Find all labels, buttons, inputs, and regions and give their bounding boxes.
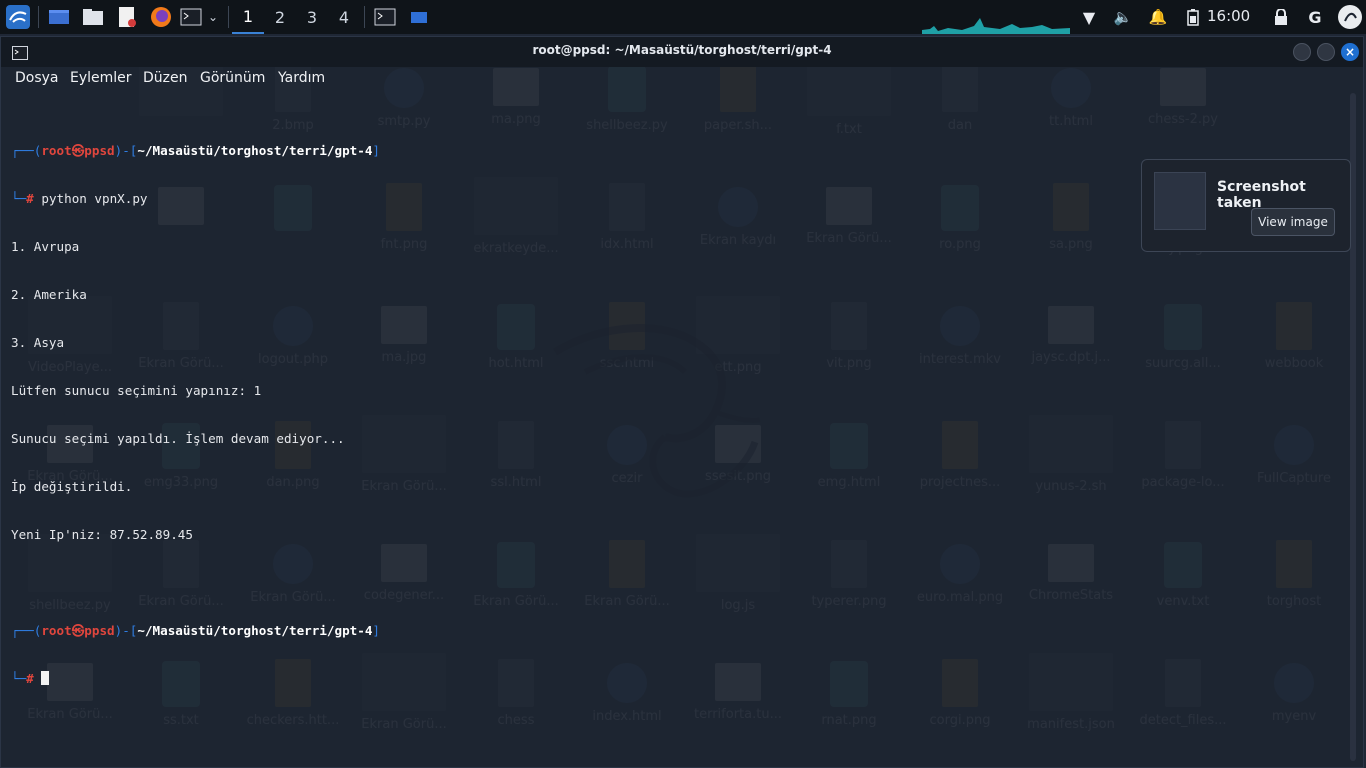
volume-icon[interactable]: 🔈: [1112, 3, 1134, 31]
wifi-icon[interactable]: ▼: [1078, 3, 1100, 31]
firefox-icon[interactable]: [148, 3, 174, 31]
top-panel: ⌄ 1234 ▼ 🔈 🔔 16:00 G: [0, 0, 1366, 34]
taskbar-terminal-icon[interactable]: [370, 3, 400, 31]
text-cursor: [41, 671, 50, 685]
notification-bell-icon[interactable]: 🔔: [1147, 3, 1169, 31]
output-line: Yeni Ip'niz: 87.52.89.45: [11, 527, 193, 542]
view-image-button[interactable]: View image: [1251, 208, 1335, 236]
logout-icon[interactable]: G: [1304, 3, 1326, 31]
user-avatar-icon[interactable]: [1336, 3, 1364, 31]
workspace-4[interactable]: 4: [328, 0, 360, 34]
close-button[interactable]: ×: [1341, 43, 1359, 61]
taskbar-folder-icon[interactable]: [406, 3, 432, 31]
lock-icon[interactable]: [1270, 3, 1292, 31]
menu-eylemler[interactable]: Eylemler: [70, 70, 132, 86]
output-line: Lütfen sunucu seçimini yapınız: 1: [11, 383, 262, 398]
menu-bar: Dosya Eylemler Düzen Görünüm Yardım: [1, 67, 1363, 93]
output-line: 3. Asya: [11, 335, 65, 350]
prompt-line: ┌──(root㉿ppsd)-[~/Masaüstü/torghost/terr…: [11, 143, 381, 158]
output-line: Sunucu seçimi yapıldı. İşlem devam ediyo…: [11, 431, 345, 446]
notification-title: Screenshot taken: [1217, 179, 1306, 211]
chevron-down-icon[interactable]: ⌄: [205, 3, 221, 31]
input-line[interactable]: └─#: [11, 671, 1351, 687]
terminal-launcher-icon[interactable]: [178, 3, 204, 31]
window-title: root@ppsd: ~/Masaüstü/torghost/terri/gpt…: [532, 43, 832, 57]
menu-gorunum[interactable]: Görünüm: [200, 70, 265, 86]
output-line: İp değiştirildi.: [11, 479, 133, 494]
cpu-graph-icon: [922, 18, 1070, 34]
terminal-window: root@ppsd: ~/Masaüstü/torghost/terri/gpt…: [0, 36, 1364, 768]
workspace-3[interactable]: 3: [296, 0, 328, 34]
minimize-button[interactable]: [1293, 43, 1311, 61]
workspace-1[interactable]: 1: [232, 0, 264, 34]
menu-duzen[interactable]: Düzen: [143, 70, 188, 86]
battery-icon[interactable]: [1182, 3, 1204, 31]
menu-yardim[interactable]: Yardım: [278, 70, 325, 86]
clock[interactable]: 16:00: [1207, 7, 1250, 25]
file-manager-icon[interactable]: [80, 3, 106, 31]
prompt-line: ┌──(root㉿ppsd)-[~/Masaüstü/torghost/terr…: [11, 623, 381, 638]
title-bar[interactable]: root@ppsd: ~/Masaüstü/torghost/terri/gpt…: [1, 37, 1363, 67]
kali-menu-icon[interactable]: [4, 3, 32, 31]
menu-dosya[interactable]: Dosya: [15, 70, 59, 86]
screenshot-notification: Screenshot taken View image: [1141, 159, 1351, 252]
output-line: 2. Amerika: [11, 287, 87, 302]
workspace-2[interactable]: 2: [264, 0, 296, 34]
maximize-button[interactable]: [1317, 43, 1335, 61]
screenshot-thumbnail[interactable]: [1154, 172, 1206, 230]
text-editor-icon[interactable]: [114, 3, 140, 31]
show-desktop-icon[interactable]: [46, 3, 72, 31]
